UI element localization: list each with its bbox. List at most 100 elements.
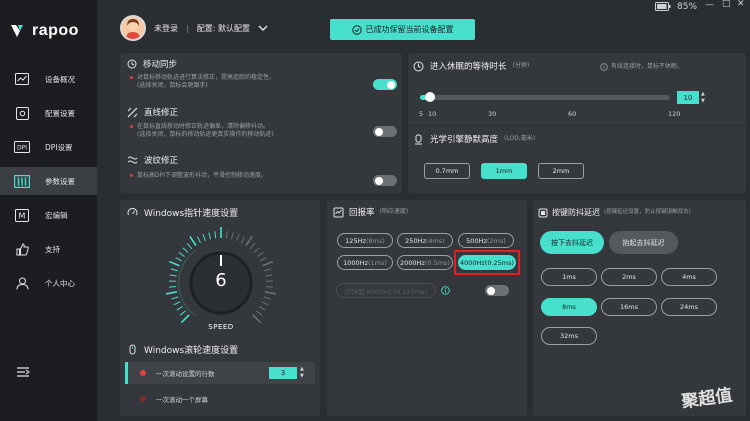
login-status[interactable]: 未登录 [154,23,178,34]
dial-tick [169,286,177,288]
ota-8000hz-option[interactable]: OTA型 8000Hz (0.125ms) [336,283,436,298]
svg-text:DPI: DPI [17,145,27,152]
user-area[interactable]: 未登录 | 配置: 默认配置 [120,15,268,41]
lod-option[interactable]: 0.7mm [424,163,470,179]
dial-tick [173,301,181,306]
debounce-option[interactable]: 8ms [541,298,597,316]
check-circle-icon [351,24,362,35]
sleep-slider-handle[interactable] [425,92,435,102]
sidebar-item-4[interactable]: M 宏编辑 [0,201,97,229]
scroll-screen-radio[interactable] [140,396,146,402]
sleep-stepper[interactable]: ▲ ▼ [701,91,707,104]
polling-hz: 1000Hz [343,258,368,267]
sleep-tick-label: 60 [568,110,577,118]
maximize-icon[interactable]: □ [722,0,731,9]
info-icon[interactable] [441,286,450,297]
dial-tick [189,235,197,247]
highlight-box [454,250,520,275]
straight-desc: 在鼠标直线移动时修正轨迹偏差，清除偏移抖动。 (选择关闭，鼠标的移动轨迹更真实操… [130,123,365,139]
lod-option[interactable]: 1mm [481,163,527,179]
sidebar-item-1[interactable]: 配置设置 [0,99,97,127]
polling-option[interactable]: 1000Hz (1ms) [337,255,393,270]
dpi-icon: DPI [14,140,30,154]
ripple-header: 波纹修正 [127,154,178,166]
scroll-lines-stepper[interactable]: ▲ ▼ [300,366,306,379]
debounce-option[interactable]: 2ms [601,268,657,286]
collapse-icon[interactable] [16,366,31,380]
save-status-notice[interactable]: 已成功保留当前设备配置 [330,19,475,40]
mobile-sync-header: 移动同步 [127,58,177,70]
avatar[interactable] [120,15,146,41]
debounce-option[interactable]: 4ms [661,268,717,286]
dial-tick [257,252,264,257]
wave-icon [127,156,138,164]
battery-icon [655,2,671,13]
mobile-sync-desc: 对鼠标移动轨迹进行算法修正，提高追踪的稳定性。 (选择关闭，鼠标会更跟手) [130,74,360,90]
pointer-speed-header: Windows指针速度设置 [127,206,238,219]
dial-tick [196,236,202,244]
scroll-speed-header: Windows滚轮速度设置 [127,343,238,356]
sleep-value-input[interactable]: 10 [677,91,699,104]
debounce-option[interactable]: 1ms [541,268,597,286]
scroll-lines-input[interactable]: 3 [269,367,297,379]
sliders-icon [14,174,30,188]
optical-engine-icon [415,134,422,144]
sleep-tick-label: 30 [488,110,497,118]
close-icon[interactable]: ✕ [737,0,745,9]
ripple-toggle[interactable] [373,175,397,186]
debounce-option[interactable]: 32ms [541,327,597,345]
lod-option[interactable]: 2mm [538,163,584,179]
info-icon [600,63,608,71]
dial-tick [240,236,246,244]
ripple-desc: 鼠标高DPI下调整波形抖动，平滑控制移动速度。 [130,172,365,180]
divider: | [186,23,189,33]
stepper-down-icon[interactable]: ▼ [300,373,306,379]
speed-label: SPEED [208,323,234,331]
dial-tick [256,310,263,316]
stepper-up-icon[interactable]: ▲ [701,91,707,97]
scroll-lines-radio[interactable] [140,370,146,376]
dial-tick [171,296,179,300]
dial-tick [249,243,256,250]
config-selector[interactable]: 配置: 默认配置 [197,23,250,34]
sleep-slider-track[interactable] [420,92,670,102]
sidebar-item-2[interactable]: DPI DPI设置 [0,133,97,161]
sidebar-item-3[interactable]: 参数设置 [0,167,97,195]
polling-hz: 250Hz [405,236,426,245]
press-debounce-button[interactable]: 按下去抖延迟 [540,231,604,254]
macro-icon: M [14,208,30,222]
sleep-tick-label: 5 [419,110,424,118]
sidebar-item-6[interactable]: 个人中心 [0,269,97,297]
ota-toggle[interactable] [485,285,509,296]
minimize-icon[interactable]: — [705,0,714,10]
polling-hz: 125Hz [345,236,366,245]
polling-ms: (1ms) [367,258,387,267]
polling-option[interactable]: 250Hz (4ms) [397,233,453,248]
stepper-down-icon[interactable]: ▼ [701,98,707,104]
debounce-title: 按键防抖延迟 [552,208,600,217]
lod-title: 光学引擎静默高度 [430,135,499,145]
polling-option[interactable]: 500Hz (2ms) [458,233,514,248]
debounce-unit: (按键延迟设置，防止按键误触双击) [604,208,691,215]
release-debounce-button[interactable]: 抬起去抖延迟 [609,231,678,254]
save-status-text: 已成功保留当前设备配置 [365,25,454,34]
sidebar-item-label: 配置设置 [45,108,75,118]
polling-option[interactable]: 2000Hz (0.5ms) [397,255,453,270]
dial-tick [261,301,269,306]
polling-option[interactable]: 125Hz (8ms) [337,233,393,248]
stepper-up-icon[interactable]: ▲ [300,366,306,372]
sidebar-item-0[interactable]: 设备概况 [0,65,97,93]
sleep-tick-label: 120 [668,110,681,118]
dial-tick [265,274,273,277]
debounce-option[interactable]: 16ms [601,298,657,316]
polling-header: 回报率 (响应速度) [333,206,408,218]
chevron-down-icon[interactable] [258,25,268,32]
mobile-sync-toggle[interactable] [373,79,397,90]
scroll-screen-label[interactable]: 一次滚动一个屏幕 [156,394,208,404]
straight-toggle[interactable] [373,126,397,137]
dial-tick [262,260,274,267]
dial-tick [253,247,260,253]
sidebar-item-5[interactable]: 支持 [0,235,97,263]
straight-header: 直线修正 [127,106,178,118]
debounce-option[interactable]: 24ms [661,298,717,316]
